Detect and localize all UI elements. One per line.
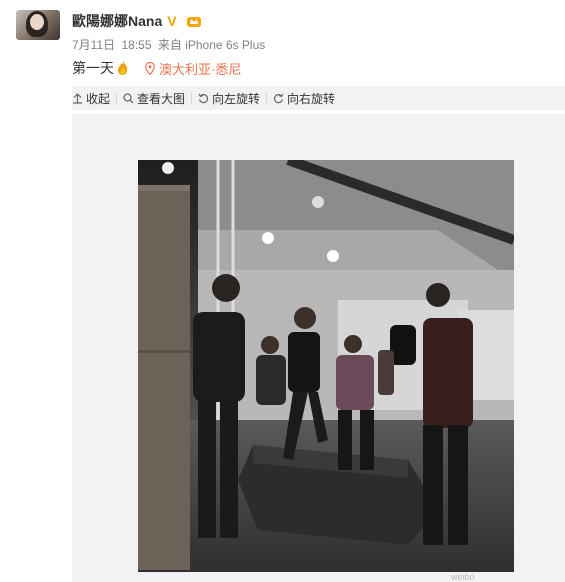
divider [116,92,118,104]
location-text[interactable]: 澳大利亚·悉尼 [159,59,241,78]
location-pin-icon [145,61,155,75]
rotate-right-icon [273,93,284,103]
post-meta: 7月11日 18:55 来自 iPhone 6s Plus [72,36,268,53]
watermark: weibo [451,572,475,582]
post-photo[interactable] [138,160,514,572]
author-row: 歐陽娜娜Nana V [72,11,202,31]
rotate-left-icon [198,93,209,103]
rotate-left-label: 向左旋转 [212,91,261,106]
divider [191,92,193,104]
divider [266,92,268,104]
post-content: 第一天 澳大利亚·悉尼 [72,58,241,78]
location-link[interactable]: 澳大利亚·悉尼 [145,59,241,78]
search-icon [123,92,134,103]
view-large-label: 查看大图 [137,91,186,106]
author-name[interactable]: 歐陽娜娜Nana [72,11,162,31]
member-crown-icon[interactable] [186,14,202,28]
post-date[interactable]: 7月11日 [72,38,115,52]
rotate-right-label: 向右旋转 [287,91,336,106]
post-source: 来自 iPhone 6s Plus [157,38,266,52]
post-time[interactable]: 18:55 [121,38,151,52]
photo-scene [138,160,514,572]
media-toolbar: 收起 查看大图 向左旋转 向右旋转 [72,86,565,110]
collapse-up-icon [73,92,82,104]
rotate-right-button[interactable]: 向右旋转 [273,90,341,107]
collapse-button[interactable]: 收起 [72,90,116,107]
post-text: 第一天 [72,60,114,76]
avatar[interactable] [16,10,60,40]
view-large-button[interactable]: 查看大图 [123,90,191,107]
rotate-left-button[interactable]: 向左旋转 [198,90,266,107]
flame-emoji-icon [118,61,128,75]
collapse-label: 收起 [86,91,111,106]
verified-v-icon[interactable]: V [167,14,181,28]
